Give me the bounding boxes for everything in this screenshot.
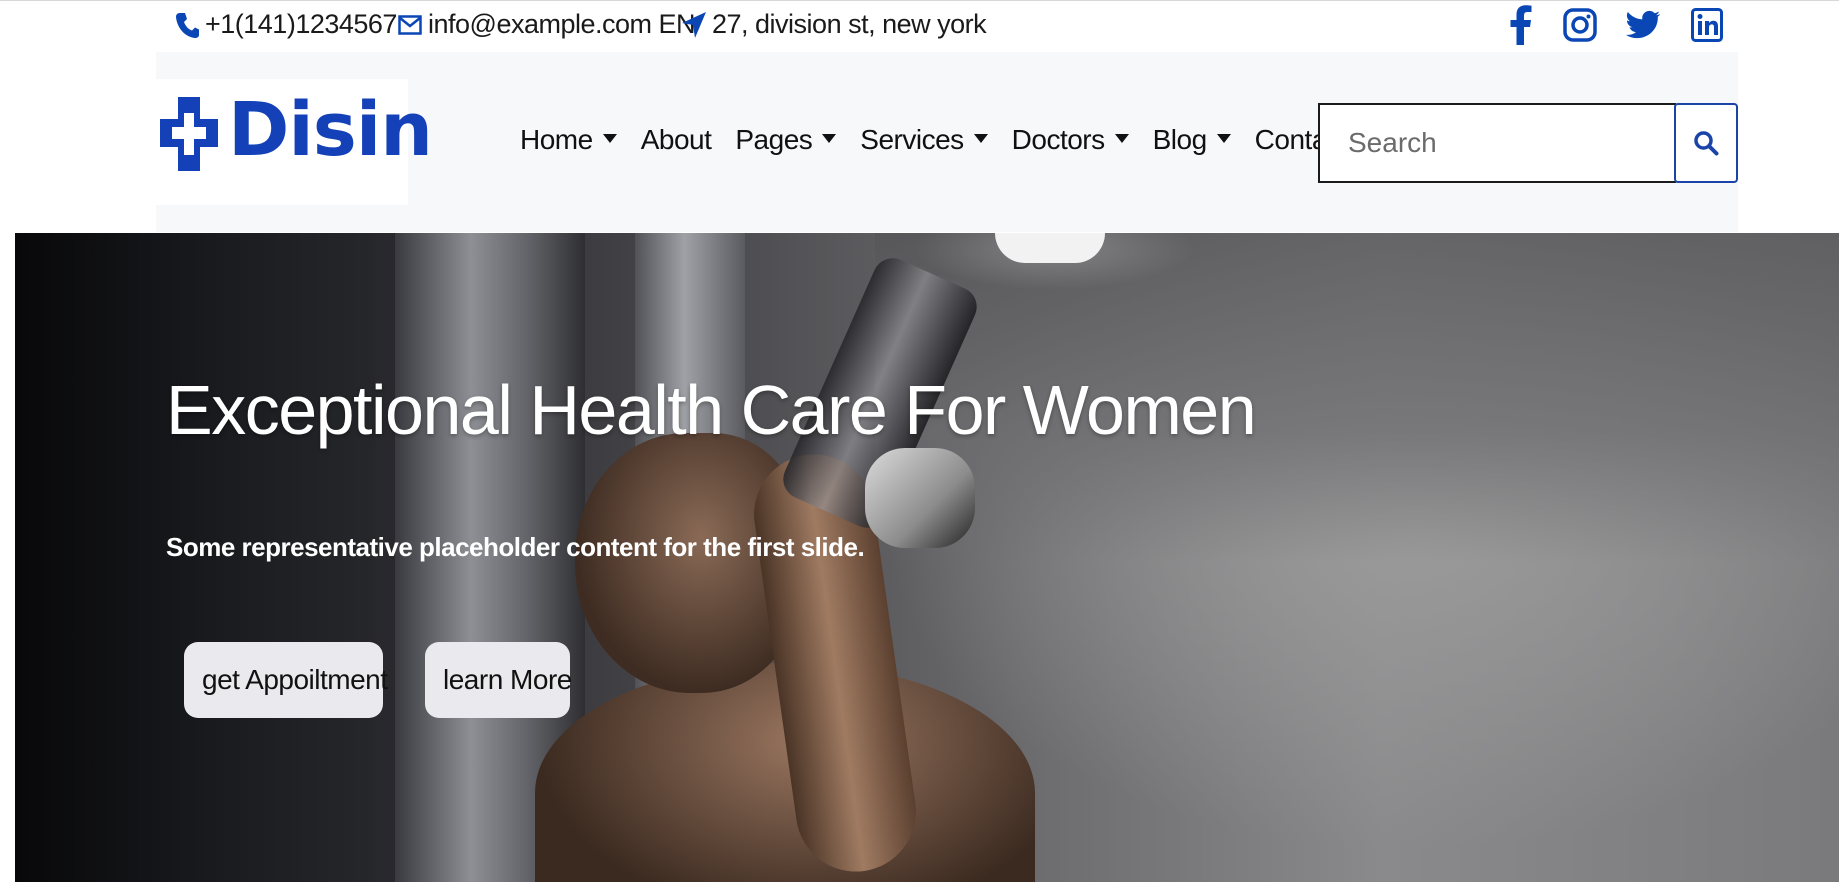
caret-down-icon xyxy=(1216,133,1231,143)
hero-title: Exceptional Health Care For Women xyxy=(166,371,1257,449)
phone-icon xyxy=(173,10,201,40)
hero-photo-glove xyxy=(865,448,975,548)
nav-item-about[interactable]: About xyxy=(629,124,724,156)
nav-item-home[interactable]: Home xyxy=(508,124,629,156)
search-icon xyxy=(1694,131,1719,156)
email-contact[interactable]: info@example.com EN xyxy=(396,9,696,40)
search-button[interactable] xyxy=(1674,103,1738,183)
nav-item-blog[interactable]: Blog xyxy=(1141,124,1243,156)
main-nav: Home About Pages Services Doctors Blog C… xyxy=(508,124,1360,156)
location-arrow-icon xyxy=(680,10,708,40)
twitter-icon[interactable] xyxy=(1626,5,1660,45)
facebook-icon[interactable] xyxy=(1504,5,1538,45)
nav-item-doctors[interactable]: Doctors xyxy=(1000,124,1141,156)
get-appointment-button[interactable]: get Appoiltment xyxy=(184,642,388,718)
contact-topbar: +1(141)1234567 info@example.com EN 27, d… xyxy=(0,0,1839,52)
nav-item-pages[interactable]: Pages xyxy=(723,124,848,156)
caret-down-icon xyxy=(822,133,837,143)
nav-item-services[interactable]: Services xyxy=(848,124,999,156)
caret-down-icon xyxy=(973,133,988,143)
search-form xyxy=(1318,103,1738,183)
logo-text: Disin xyxy=(228,87,433,173)
instagram-icon[interactable] xyxy=(1563,5,1597,45)
logo[interactable]: Disin xyxy=(156,79,433,205)
address-text: 27, division st, new york xyxy=(712,9,987,39)
email-address: info@example.com EN xyxy=(428,9,696,39)
caret-down-icon xyxy=(602,133,617,143)
medical-cross-icon xyxy=(160,97,218,171)
search-input[interactable] xyxy=(1318,103,1676,183)
caret-down-icon xyxy=(1114,133,1129,143)
linkedin-icon[interactable] xyxy=(1690,5,1724,45)
hero-subtitle: Some representative placeholder content … xyxy=(166,532,865,562)
envelope-icon xyxy=(396,10,424,40)
hero-carousel-slide: Exceptional Health Care For Women Some r… xyxy=(15,233,1839,882)
phone-contact[interactable]: +1(141)1234567 xyxy=(173,9,397,40)
address-contact: 27, division st, new york xyxy=(680,9,987,40)
hero-background-light xyxy=(995,233,1105,263)
learn-more-button[interactable]: learn More xyxy=(425,642,572,718)
phone-number: +1(141)1234567 xyxy=(205,9,397,39)
site-header: Disin Home About Pages Services Doctors … xyxy=(156,52,1738,232)
